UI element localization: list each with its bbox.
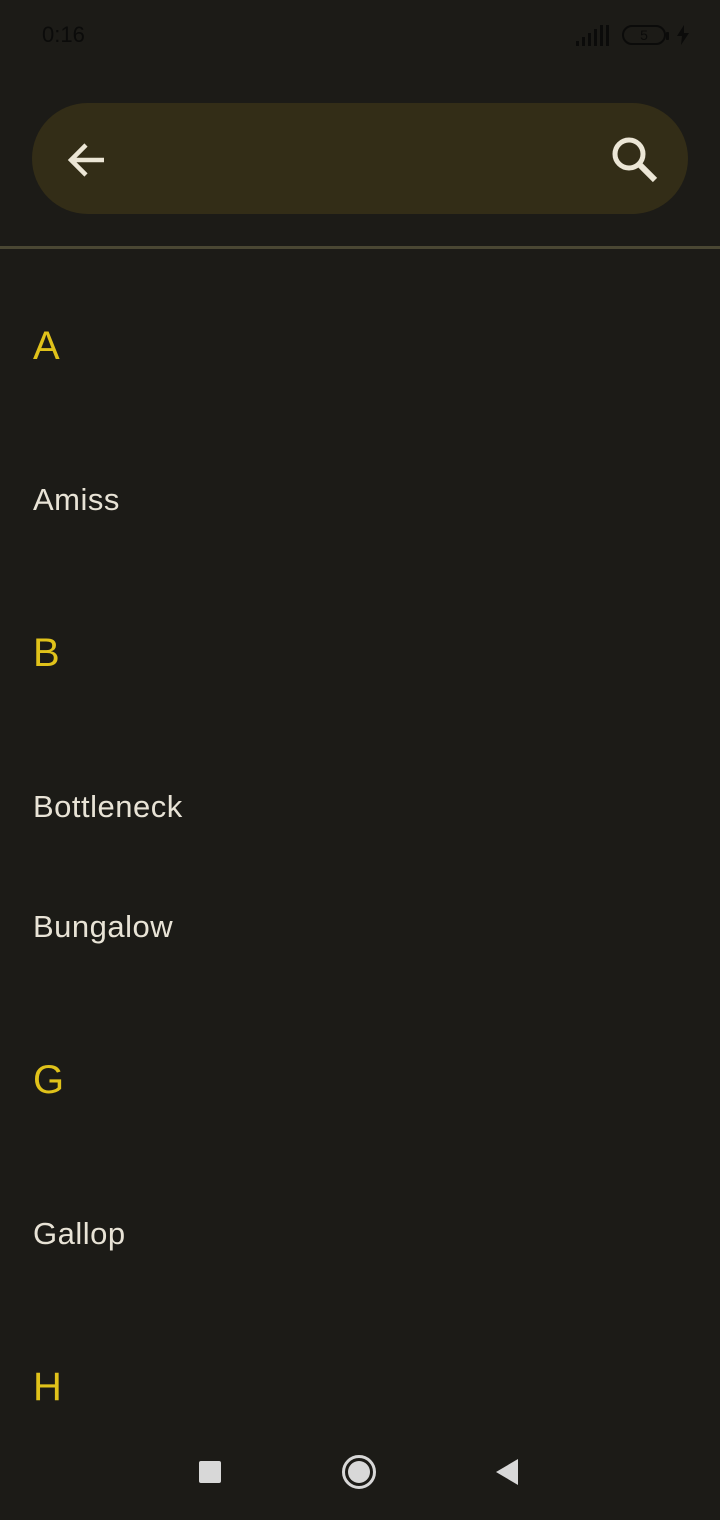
search-icon[interactable] — [608, 133, 660, 185]
list-item-label: Gallop — [33, 1216, 126, 1251]
battery-icon: 5 — [622, 25, 669, 45]
list-item[interactable]: Bungalow — [0, 877, 720, 977]
status-bar: 0:16 5 — [0, 0, 720, 70]
search-divider — [0, 246, 720, 249]
circle-icon[interactable] — [341, 1454, 377, 1490]
list-item-label: Bungalow — [33, 909, 174, 944]
section-header-b: B — [33, 631, 60, 675]
list-item-label: Bottleneck — [33, 789, 183, 824]
charging-bolt-icon — [677, 25, 689, 45]
signal-icon — [576, 25, 609, 46]
list-item-label: Amiss — [33, 482, 120, 517]
system-nav-bar — [0, 1420, 720, 1520]
section-header-a: A — [33, 324, 60, 368]
list-item[interactable]: Bottleneck — [0, 757, 720, 857]
status-icons: 5 — [574, 22, 690, 48]
status-time: 0:16 — [42, 22, 85, 47]
battery-level: 5 — [640, 27, 648, 43]
square-icon[interactable] — [199, 1461, 221, 1483]
list-item[interactable]: Gallop — [0, 1184, 720, 1284]
list-item[interactable]: Amiss — [0, 450, 720, 550]
search-bar — [32, 103, 688, 214]
triangle-back-icon[interactable] — [494, 1458, 520, 1486]
section-header-h: H — [33, 1365, 62, 1409]
search-input[interactable] — [142, 131, 586, 187]
arrow-back-icon[interactable] — [62, 135, 112, 185]
section-header-g: G — [33, 1058, 65, 1102]
